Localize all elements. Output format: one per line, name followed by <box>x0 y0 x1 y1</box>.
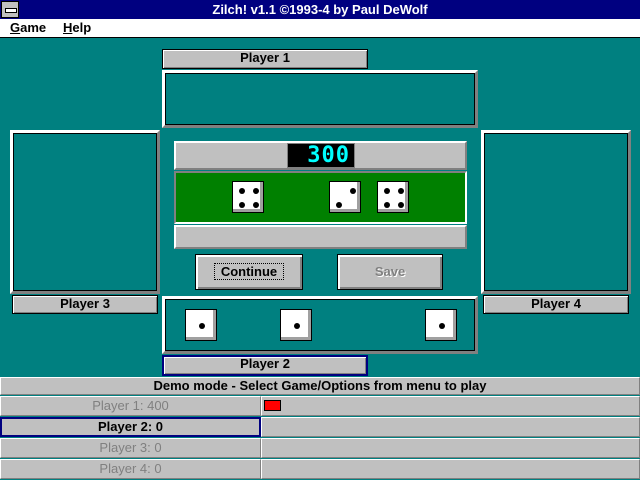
score-progress-track <box>261 459 640 479</box>
dice-table <box>174 171 467 224</box>
score-label: Player 3: 0 <box>99 440 162 455</box>
die-pip <box>253 188 259 194</box>
score-label-row: Player 1: 400 <box>0 396 261 416</box>
score-progress-track <box>261 417 640 437</box>
rolled-die[interactable] <box>232 181 264 213</box>
status-message: Demo mode - Select Game/Options from men… <box>153 378 487 393</box>
die-pip <box>384 202 390 208</box>
score-progress-bar <box>264 400 281 411</box>
score-label-row: Player 2: 0 <box>0 417 261 437</box>
system-menu-icon <box>5 8 17 13</box>
menu-game[interactable]: Game <box>10 19 46 37</box>
save-button-label: Save <box>374 264 406 279</box>
system-menu-button[interactable] <box>1 1 19 18</box>
die-pip <box>350 188 356 194</box>
continue-button[interactable]: Continue <box>195 254 303 290</box>
player4-label: Player 4 <box>483 295 629 314</box>
menu-game-label: ame <box>20 20 47 35</box>
continue-button-label: Continue <box>213 263 285 280</box>
score-label: Player 4: 0 <box>99 461 162 476</box>
score-label-row: Player 4: 0 <box>0 459 261 479</box>
die-pip <box>253 202 259 208</box>
save-button[interactable]: Save <box>337 254 443 290</box>
score-label-row: Player 3: 0 <box>0 438 261 458</box>
score-label: Player 2: 0 <box>97 419 164 434</box>
die-pip <box>439 323 445 329</box>
rolled-die[interactable] <box>377 181 409 213</box>
player1-area <box>162 70 478 128</box>
title-bar: Zilch! v1.1 ©1993-4 by Paul DeWolf <box>0 0 640 19</box>
player2-label: Player 2 <box>162 355 368 376</box>
round-score-display: 300 <box>287 143 355 168</box>
held-die <box>280 309 312 341</box>
status-bar: Demo mode - Select Game/Options from men… <box>0 377 640 395</box>
menu-help[interactable]: Help <box>63 19 91 37</box>
score-label: Player 1: 400 <box>92 398 169 413</box>
player2-area <box>162 296 478 354</box>
menu-help-label: elp <box>72 20 92 35</box>
menu-bar: Game Help <box>0 19 640 38</box>
held-die <box>425 309 457 341</box>
die-pip <box>398 202 404 208</box>
die-pip <box>294 323 300 329</box>
die-pip <box>239 188 245 194</box>
die-pip <box>384 188 390 194</box>
die-pip <box>336 202 342 208</box>
window-title: Zilch! v1.1 ©1993-4 by Paul DeWolf <box>212 2 428 17</box>
player1-label: Player 1 <box>162 49 368 69</box>
player3-area <box>10 130 160 294</box>
die-pip <box>199 323 205 329</box>
held-die <box>185 309 217 341</box>
score-progress-track <box>261 396 640 416</box>
player4-area <box>481 130 631 294</box>
message-strip <box>174 225 467 249</box>
player3-label: Player 3 <box>12 295 158 314</box>
die-pip <box>398 188 404 194</box>
score-progress-track <box>261 438 640 458</box>
rolled-die[interactable] <box>329 181 361 213</box>
die-pip <box>239 202 245 208</box>
